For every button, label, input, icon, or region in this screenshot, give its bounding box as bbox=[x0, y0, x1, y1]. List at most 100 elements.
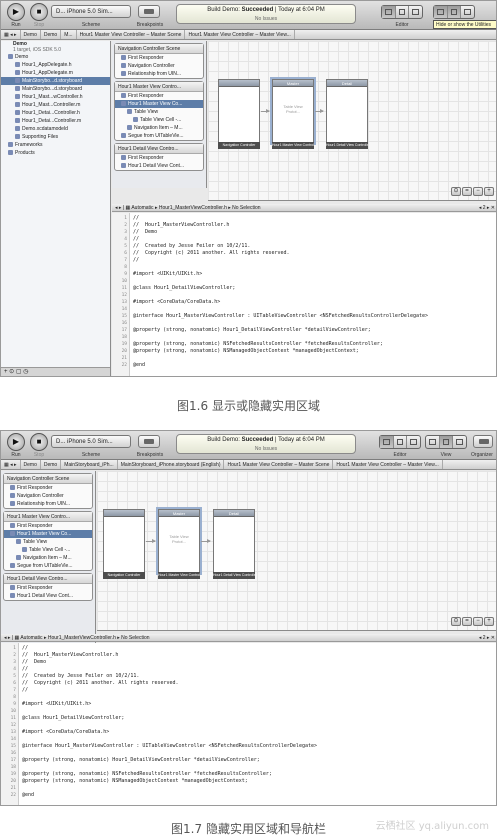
scene-item[interactable]: Navigation Item – M... bbox=[115, 124, 203, 132]
scene-group[interactable]: Hour1 Master View Contro... First Respond… bbox=[114, 81, 204, 141]
scheme-selector[interactable]: D... iPhone 5.0 Sim... bbox=[51, 5, 131, 18]
code-line[interactable]: #import <UIKit/UIKit.h> bbox=[133, 271, 202, 278]
assistant-mode[interactable]: Automatic bbox=[131, 205, 153, 211]
scene-group[interactable]: Navigation Controller Scene First Respond… bbox=[3, 473, 93, 509]
project-header[interactable]: Demo 1 target, iOS SDK 5.0 bbox=[1, 41, 110, 53]
scene-preview[interactable]: Master Table View Protot... Hour1 Master V… bbox=[272, 79, 314, 149]
scene-preview[interactable]: Navigation Controller bbox=[218, 79, 260, 149]
jump-bar-crumb[interactable]: Hour1 Master View Controller – Master Sc… bbox=[224, 460, 334, 469]
code-line[interactable]: // Hour1_MasterViewController.h bbox=[22, 652, 118, 659]
jump-bar-crumb[interactable]: MainStoryboard_iPhone.storyboard (Englis… bbox=[118, 460, 225, 469]
navigator-item[interactable]: Hour1_Mast...wController.h bbox=[1, 93, 110, 101]
scene-title[interactable]: Navigation Controller Scene bbox=[115, 44, 203, 54]
project-navigator[interactable]: Demo 1 target, iOS SDK 5.0 Demo Hour1_App… bbox=[1, 41, 111, 376]
code-line[interactable]: // Demo bbox=[133, 229, 157, 236]
scene-title[interactable]: Hour1 Detail View Contro... bbox=[4, 574, 92, 584]
zoom-button[interactable]: − bbox=[473, 617, 483, 626]
editor-counter[interactable]: ◂ 2 ▸ ✕ bbox=[479, 204, 495, 211]
scene-preview[interactable]: Master Table View Protot... Hour1 Master V… bbox=[158, 509, 200, 579]
editor-segmented-control[interactable] bbox=[379, 435, 421, 449]
scene-item[interactable]: Table View Cell -... bbox=[4, 546, 92, 554]
code-line[interactable]: // bbox=[133, 257, 139, 264]
navigator-item[interactable]: Supporting Files bbox=[1, 133, 110, 141]
scheme-selector[interactable]: D... iPhone 5.0 Sim... bbox=[51, 435, 131, 448]
jump-bar-crumb[interactable]: MainStoryboard_iPh... bbox=[61, 460, 118, 469]
assistant-mode[interactable]: Automatic bbox=[20, 635, 42, 641]
jump-bar-crumb[interactable]: Hour1 Master View Controller – Master Vi… bbox=[185, 30, 295, 39]
zoom-controls[interactable]: ⊙ = − + bbox=[451, 187, 494, 196]
scene-group[interactable]: Hour1 Detail View Contro... First Respond… bbox=[114, 143, 204, 171]
scene-group[interactable]: Hour1 Detail View Contro... First Respond… bbox=[3, 573, 93, 601]
jump-bar[interactable]: ▦ ◂ ▸ Demo Demo M... Hour1 Master View Contr… bbox=[1, 30, 496, 40]
editor-selection[interactable]: No Selection bbox=[121, 635, 149, 641]
editor-file[interactable]: Hour1_MasterViewController.h bbox=[48, 635, 116, 641]
stop-button[interactable]: ■ bbox=[30, 3, 48, 21]
run-button[interactable]: ▶ bbox=[7, 3, 25, 21]
zoom-controls[interactable]: ⊙ = − + bbox=[451, 617, 494, 626]
code-line[interactable]: // Demo bbox=[22, 659, 46, 666]
breakpoints-button[interactable] bbox=[138, 5, 160, 18]
navigator-item[interactable]: Hour1_AppDelegate.h bbox=[1, 61, 110, 69]
zoom-button[interactable]: ⊙ bbox=[451, 617, 461, 626]
navigator-item[interactable]: Demo.xcdatamodeld bbox=[1, 125, 110, 133]
scene-item[interactable]: Relationship from UIN... bbox=[4, 500, 92, 508]
scene-item[interactable]: Segue from UITableVie... bbox=[115, 132, 203, 140]
navigator-item[interactable]: Frameworks bbox=[1, 141, 110, 149]
code-line[interactable]: @interface Hour1_MasterViewController : … bbox=[22, 743, 317, 750]
code-line[interactable]: @interface Hour1_MasterViewController : … bbox=[133, 313, 428, 320]
zoom-button[interactable]: − bbox=[473, 187, 483, 196]
code-line[interactable]: // bbox=[133, 236, 139, 243]
code-line[interactable]: @end bbox=[133, 362, 145, 369]
navigator-item[interactable]: Demo bbox=[1, 53, 110, 61]
code-line[interactable]: // Created by Jesse Feiler on 10/2/11. bbox=[22, 673, 139, 680]
jump-bar-crumb[interactable]: Demo bbox=[21, 30, 41, 39]
document-outline[interactable]: Navigation Controller Scene First Respond… bbox=[1, 471, 96, 643]
scene-item[interactable]: First Responder bbox=[115, 92, 203, 100]
jump-bar[interactable]: ▦ ◂ ▸ Demo Demo MainStoryboard_iPh... MainSt… bbox=[1, 460, 496, 470]
code-line[interactable]: // bbox=[22, 645, 28, 652]
scene-item[interactable]: First Responder bbox=[115, 154, 203, 162]
jump-bar-crumb[interactable]: Demo bbox=[41, 30, 62, 39]
zoom-button[interactable]: = bbox=[462, 187, 472, 196]
navigator-item[interactable]: Hour1_Detai...Controller.h bbox=[1, 109, 110, 117]
scene-item[interactable]: Navigation Item – M... bbox=[4, 554, 92, 562]
code-line[interactable]: @class Hour1_DetailViewController; bbox=[133, 285, 235, 292]
navigator-item[interactable]: MainStorybo...d.storyboard bbox=[1, 77, 110, 85]
scene-item[interactable]: Hour1 Master View Co... bbox=[4, 530, 92, 538]
code-line[interactable]: // bbox=[22, 666, 28, 673]
jump-bar-crumb[interactable]: M... bbox=[61, 30, 77, 39]
navigator-item[interactable]: Hour1_AppDelegate.m bbox=[1, 69, 110, 77]
navigator-item[interactable]: Products bbox=[1, 149, 110, 157]
scene-item[interactable]: Hour1 Detail View Cont... bbox=[115, 162, 203, 170]
stop-button[interactable]: ■ bbox=[30, 433, 48, 451]
code-line[interactable]: @property (strong, nonatomic) Hour1_Deta… bbox=[133, 327, 371, 334]
code-line[interactable]: #import <CoreData/CoreData.h> bbox=[133, 299, 220, 306]
code-line[interactable]: // Copyright (c) 2011 another. All right… bbox=[22, 680, 179, 687]
scene-title[interactable]: Hour1 Detail View Contro... bbox=[115, 144, 203, 154]
code-line[interactable]: @property (strong, nonatomic) NSFetchedR… bbox=[22, 771, 272, 778]
scene-title[interactable]: Hour1 Master View Contro... bbox=[115, 82, 203, 92]
code-line[interactable]: @property (strong, nonatomic) Hour1_Deta… bbox=[22, 757, 260, 764]
code-line[interactable]: @class Hour1_DetailViewController; bbox=[22, 715, 124, 722]
scene-item[interactable]: Table View bbox=[115, 108, 203, 116]
scene-item[interactable]: First Responder bbox=[4, 484, 92, 492]
scene-title[interactable]: Hour1 Master View Contro... bbox=[4, 512, 92, 522]
scene-title[interactable]: Navigation Controller Scene bbox=[4, 474, 92, 484]
storyboard-canvas[interactable]: Navigation Controller Master Table View Pr… bbox=[208, 41, 496, 201]
run-button[interactable]: ▶ bbox=[7, 433, 25, 451]
scene-group[interactable]: Navigation Controller Scene First Respond… bbox=[114, 43, 204, 79]
code-line[interactable]: #import <CoreData/CoreData.h> bbox=[22, 729, 109, 736]
view-segmented-control[interactable] bbox=[433, 5, 475, 19]
code-line[interactable]: @property (strong, nonatomic) NSFetchedR… bbox=[133, 341, 383, 348]
scene-item[interactable]: Hour1 Master View Co... bbox=[115, 100, 203, 108]
scene-item[interactable]: Hour1 Detail View Cont... bbox=[4, 592, 92, 600]
code-editor[interactable]: 1 // 2 // Hour1_MasterViewController.h 3 // D… bbox=[1, 643, 496, 805]
editor-jump-bar[interactable]: ◂ ▸ | ▦ Automatic ▸ Hour1_MasterViewCont… bbox=[112, 204, 496, 212]
scene-item[interactable]: First Responder bbox=[4, 584, 92, 592]
navigator-item[interactable]: Hour1_Mast...Controller.m bbox=[1, 101, 110, 109]
editor-jump-bar[interactable]: ◂ ▸ | ▦ Automatic ▸ Hour1_MasterViewCont… bbox=[1, 634, 496, 642]
jump-bar-crumb[interactable]: Demo bbox=[21, 460, 41, 469]
scene-item[interactable]: Relationship from UIN... bbox=[115, 70, 203, 78]
scene-group[interactable]: Hour1 Master View Contro... First Respond… bbox=[3, 511, 93, 571]
jump-bar-crumb[interactable]: Hour1 Master View Controller – Master Vi… bbox=[333, 460, 443, 469]
